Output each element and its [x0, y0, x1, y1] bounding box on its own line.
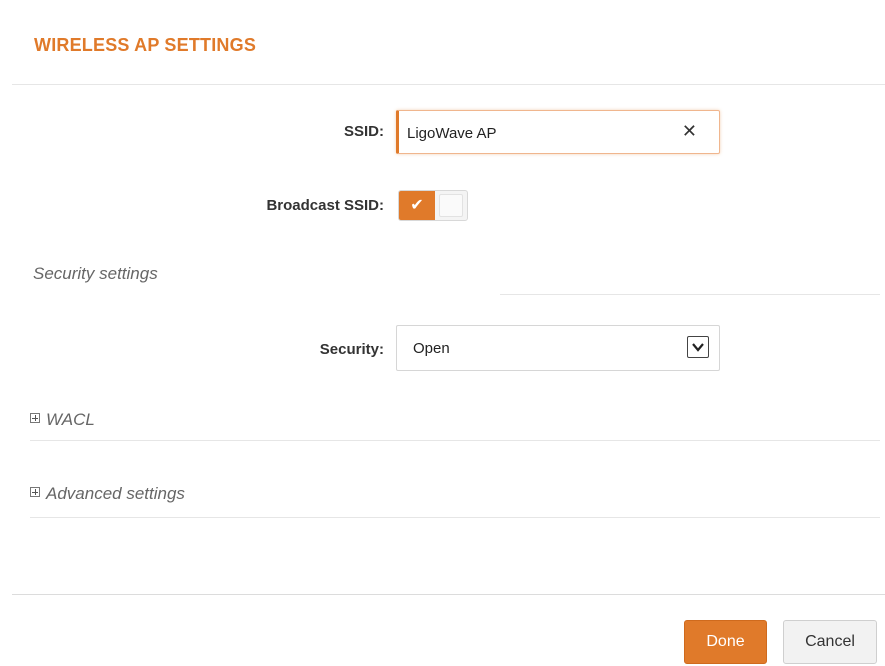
advanced-settings-label: Advanced settings [46, 484, 185, 503]
security-select[interactable]: Open [396, 325, 720, 371]
broadcast-ssid-label: Broadcast SSID: [266, 197, 384, 214]
dialog-title: WIRELESS AP SETTINGS [34, 35, 257, 55]
close-icon[interactable]: ✕ [682, 121, 697, 141]
security-settings-divider [500, 294, 880, 295]
advanced-divider [30, 517, 880, 518]
expand-icon [30, 487, 40, 497]
title-divider [12, 84, 885, 85]
security-select-value: Open [413, 340, 450, 357]
done-button[interactable]: Done [684, 620, 767, 664]
ssid-label: SSID: [343, 123, 384, 140]
chevron-down-icon[interactable] [687, 336, 709, 358]
check-icon: ✔ [399, 191, 435, 220]
broadcast-ssid-toggle[interactable]: ✔ [398, 190, 468, 221]
wacl-label: WACL [46, 410, 95, 429]
wacl-section-toggle[interactable]: WACL [30, 410, 95, 430]
advanced-settings-toggle[interactable]: Advanced settings [30, 484, 185, 504]
security-settings-heading: Security settings [33, 264, 158, 283]
security-label: Security: [319, 341, 384, 358]
ssid-input[interactable] [405, 111, 679, 155]
ssid-field[interactable]: ✕ [396, 110, 720, 155]
footer-divider [12, 594, 885, 595]
expand-icon [30, 413, 40, 423]
cancel-button[interactable]: Cancel [783, 620, 877, 664]
wacl-divider [30, 440, 880, 441]
toggle-knob[interactable] [439, 194, 463, 217]
